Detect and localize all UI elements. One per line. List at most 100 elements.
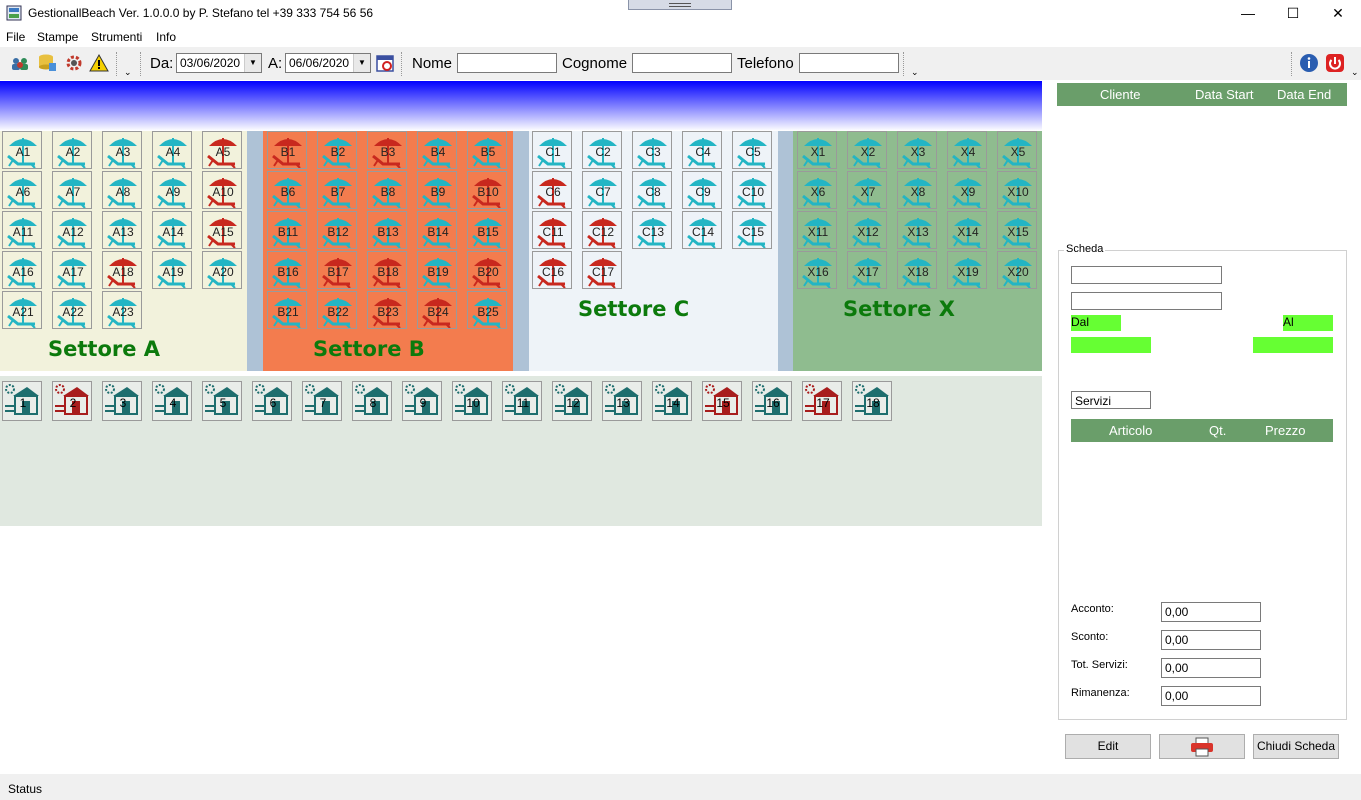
close-button[interactable]: ✕ bbox=[1315, 0, 1361, 26]
edit-button[interactable]: Edit bbox=[1065, 734, 1151, 759]
beach-spot-a12[interactable]: A12 bbox=[52, 211, 92, 249]
column-data-start[interactable]: Data Start bbox=[1195, 87, 1254, 102]
menu-strumenti[interactable]: Strumenti bbox=[91, 30, 142, 44]
beach-spot-x19[interactable]: X19 bbox=[947, 251, 987, 289]
database-icon[interactable] bbox=[37, 53, 57, 73]
chevron-down-icon[interactable]: ▼ bbox=[353, 54, 370, 72]
beach-spot-a22[interactable]: A22 bbox=[52, 291, 92, 329]
beach-spot-x5[interactable]: X5 bbox=[997, 131, 1037, 169]
beach-spot-c13[interactable]: C13 bbox=[632, 211, 672, 249]
beach-spot-a5[interactable]: A5 bbox=[202, 131, 242, 169]
beach-spot-x15[interactable]: X15 bbox=[997, 211, 1037, 249]
beach-spot-a13[interactable]: A13 bbox=[102, 211, 142, 249]
users-icon[interactable] bbox=[10, 53, 30, 73]
info-icon[interactable] bbox=[1299, 53, 1319, 73]
cabin-10[interactable]: 10 bbox=[452, 381, 492, 421]
beach-spot-b18[interactable]: B18 bbox=[367, 251, 407, 289]
beach-spot-a2[interactable]: A2 bbox=[52, 131, 92, 169]
cabin-5[interactable]: 5 bbox=[202, 381, 242, 421]
beach-spot-b23[interactable]: B23 bbox=[367, 291, 407, 329]
column-data-end[interactable]: Data End bbox=[1277, 87, 1331, 102]
beach-spot-x7[interactable]: X7 bbox=[847, 171, 887, 209]
cabin-16[interactable]: 16 bbox=[752, 381, 792, 421]
beach-spot-a8[interactable]: A8 bbox=[102, 171, 142, 209]
chevron-down-icon[interactable]: ▼ bbox=[244, 54, 261, 72]
beach-spot-c6[interactable]: C6 bbox=[532, 171, 572, 209]
column-prezzo[interactable]: Prezzo bbox=[1265, 423, 1305, 438]
cabin-2[interactable]: 2 bbox=[52, 381, 92, 421]
beach-spot-b8[interactable]: B8 bbox=[367, 171, 407, 209]
nome-input[interactable] bbox=[457, 53, 557, 73]
beach-spot-a10[interactable]: A10 bbox=[202, 171, 242, 209]
beach-spot-x11[interactable]: X11 bbox=[797, 211, 837, 249]
menu-file[interactable]: File bbox=[6, 30, 25, 44]
beach-spot-b24[interactable]: B24 bbox=[417, 291, 457, 329]
beach-spot-c8[interactable]: C8 bbox=[632, 171, 672, 209]
beach-spot-b14[interactable]: B14 bbox=[417, 211, 457, 249]
cabin-14[interactable]: 14 bbox=[652, 381, 692, 421]
cabin-15[interactable]: 15 bbox=[702, 381, 742, 421]
beach-spot-b19[interactable]: B19 bbox=[417, 251, 457, 289]
rimanenza-input[interactable]: 0,00 bbox=[1161, 686, 1261, 706]
beach-spot-b4[interactable]: B4 bbox=[417, 131, 457, 169]
scheda-field-2[interactable] bbox=[1071, 292, 1222, 310]
beach-spot-a21[interactable]: A21 bbox=[2, 291, 42, 329]
beach-spot-x9[interactable]: X9 bbox=[947, 171, 987, 209]
cabin-18[interactable]: 18 bbox=[852, 381, 892, 421]
beach-spot-a15[interactable]: A15 bbox=[202, 211, 242, 249]
beach-spot-a7[interactable]: A7 bbox=[52, 171, 92, 209]
beach-spot-a9[interactable]: A9 bbox=[152, 171, 192, 209]
menu-info[interactable]: Info bbox=[156, 30, 176, 44]
beach-spot-a16[interactable]: A16 bbox=[2, 251, 42, 289]
beach-spot-c16[interactable]: C16 bbox=[532, 251, 572, 289]
beach-spot-b12[interactable]: B12 bbox=[317, 211, 357, 249]
beach-spot-x8[interactable]: X8 bbox=[897, 171, 937, 209]
beach-spot-b22[interactable]: B22 bbox=[317, 291, 357, 329]
beach-spot-c12[interactable]: C12 bbox=[582, 211, 622, 249]
beach-spot-x1[interactable]: X1 bbox=[797, 131, 837, 169]
chiudi-scheda-button[interactable]: Chiudi Scheda bbox=[1253, 734, 1339, 759]
reservations-list[interactable] bbox=[1057, 106, 1347, 236]
date-from-picker[interactable]: 03/06/2020 ▼ bbox=[176, 53, 262, 73]
beach-spot-c17[interactable]: C17 bbox=[582, 251, 622, 289]
cabin-11[interactable]: 11 bbox=[502, 381, 542, 421]
cabin-7[interactable]: 7 bbox=[302, 381, 342, 421]
beach-spot-b11[interactable]: B11 bbox=[267, 211, 307, 249]
beach-spot-a4[interactable]: A4 bbox=[152, 131, 192, 169]
cabin-3[interactable]: 3 bbox=[102, 381, 142, 421]
power-off-icon[interactable] bbox=[1325, 53, 1345, 73]
beach-spot-c3[interactable]: C3 bbox=[632, 131, 672, 169]
column-qt[interactable]: Qt. bbox=[1209, 423, 1226, 438]
beach-spot-x16[interactable]: X16 bbox=[797, 251, 837, 289]
beach-spot-b16[interactable]: B16 bbox=[267, 251, 307, 289]
beach-spot-c14[interactable]: C14 bbox=[682, 211, 722, 249]
beach-spot-b17[interactable]: B17 bbox=[317, 251, 357, 289]
sconto-input[interactable]: 0,00 bbox=[1161, 630, 1261, 650]
beach-spot-x10[interactable]: X10 bbox=[997, 171, 1037, 209]
cabin-17[interactable]: 17 bbox=[802, 381, 842, 421]
cognome-input[interactable] bbox=[632, 53, 732, 73]
beach-spot-a23[interactable]: A23 bbox=[102, 291, 142, 329]
column-cliente[interactable]: Cliente bbox=[1100, 87, 1140, 102]
beach-spot-c9[interactable]: C9 bbox=[682, 171, 722, 209]
beach-spot-c1[interactable]: C1 bbox=[532, 131, 572, 169]
servizi-input[interactable]: Servizi bbox=[1071, 391, 1151, 409]
beach-spot-c4[interactable]: C4 bbox=[682, 131, 722, 169]
beach-spot-a6[interactable]: A6 bbox=[2, 171, 42, 209]
beach-spot-a11[interactable]: A11 bbox=[2, 211, 42, 249]
beach-spot-x18[interactable]: X18 bbox=[897, 251, 937, 289]
print-button[interactable] bbox=[1159, 734, 1245, 759]
beach-spot-b20[interactable]: B20 bbox=[467, 251, 507, 289]
menu-stampe[interactable]: Stampe bbox=[37, 30, 78, 44]
beach-spot-b5[interactable]: B5 bbox=[467, 131, 507, 169]
beach-spot-x20[interactable]: X20 bbox=[997, 251, 1037, 289]
beach-spot-c2[interactable]: C2 bbox=[582, 131, 622, 169]
column-articolo[interactable]: Articolo bbox=[1109, 423, 1152, 438]
telefono-input[interactable] bbox=[799, 53, 899, 73]
beach-spot-b3[interactable]: B3 bbox=[367, 131, 407, 169]
beach-spot-a20[interactable]: A20 bbox=[202, 251, 242, 289]
cabin-12[interactable]: 12 bbox=[552, 381, 592, 421]
beach-spot-c7[interactable]: C7 bbox=[582, 171, 622, 209]
date-to-picker[interactable]: 06/06/2020 ▼ bbox=[285, 53, 371, 73]
calendar-refresh-icon[interactable] bbox=[375, 53, 395, 73]
